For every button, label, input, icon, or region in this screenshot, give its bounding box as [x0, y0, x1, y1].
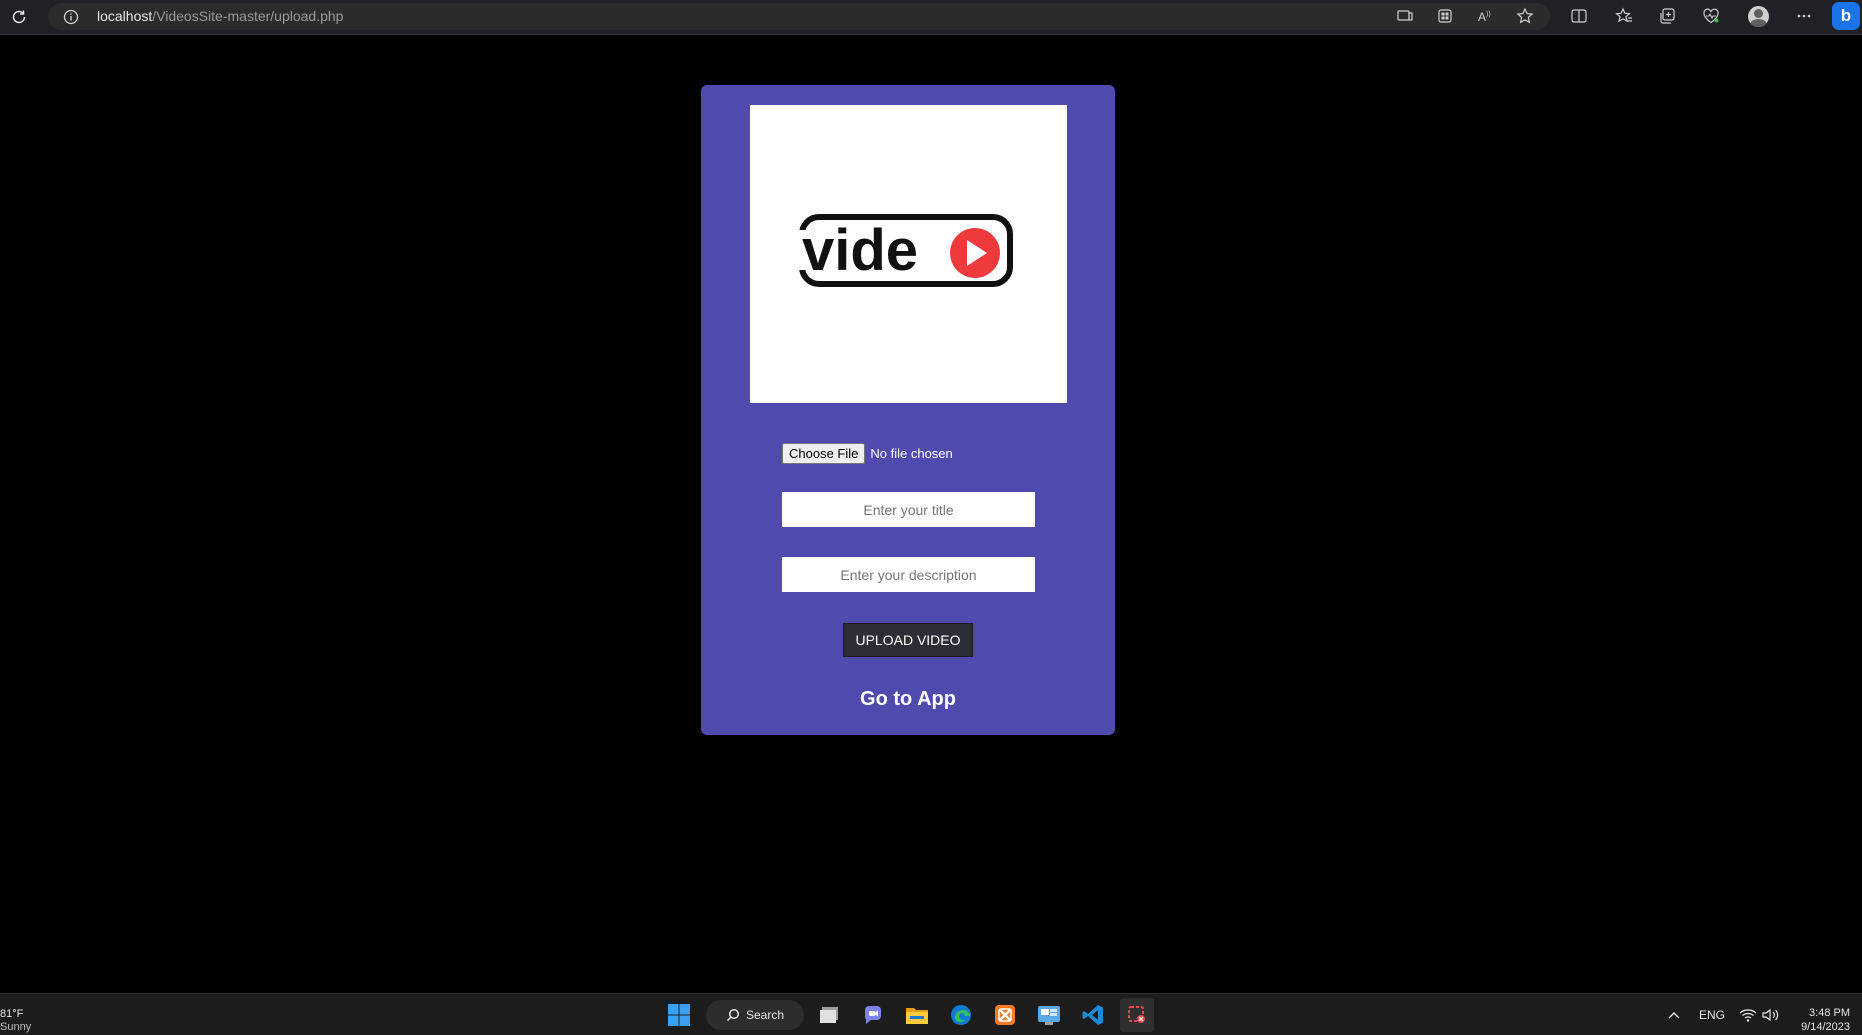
- choose-file-button[interactable]: Choose File: [782, 442, 866, 464]
- logo-text: vide: [802, 218, 918, 283]
- windows-taskbar: 81°F Sunny Search ENG 3:48 PM 9/14/2023: [0, 993, 1862, 1035]
- weather-condition: Sunny: [0, 1021, 32, 1033]
- browser-essentials-icon[interactable]: [1698, 3, 1724, 29]
- svg-text:)): )): [1486, 11, 1491, 18]
- browser-toolbar: localhost/VideosSite-master/upload.php A…: [0, 0, 1862, 35]
- search-icon: [726, 1008, 740, 1022]
- url-host: localhost: [97, 8, 153, 24]
- url-path: /VideosSite-master/upload.php: [152, 8, 344, 24]
- title-input[interactable]: [782, 492, 1035, 527]
- clock-date: 9/14/2023: [1801, 1021, 1850, 1033]
- file-status-text: No file chosen: [870, 445, 953, 461]
- chat-icon[interactable]: [856, 998, 890, 1032]
- volume-icon[interactable]: [1760, 998, 1782, 1032]
- snipping-tool-icon[interactable]: [1120, 998, 1154, 1032]
- clock-time: 3:48 PM: [1809, 1007, 1850, 1019]
- file-picker: Choose File No file chosen: [782, 442, 953, 464]
- description-input[interactable]: [782, 557, 1035, 592]
- task-view-icon[interactable]: [812, 998, 846, 1032]
- reload-icon[interactable]: [8, 6, 30, 28]
- upload-card: vide Choose File No file chosen UPLOAD V…: [701, 85, 1115, 735]
- split-screen-icon[interactable]: [1566, 3, 1592, 29]
- site-info-icon[interactable]: [62, 8, 79, 25]
- edge-icon[interactable]: [944, 998, 978, 1032]
- control-panel-icon[interactable]: [1032, 998, 1066, 1032]
- windows-start-icon[interactable]: [662, 998, 696, 1032]
- search-label: Search: [745, 1008, 785, 1022]
- taskbar-search-button[interactable]: Search: [706, 1000, 804, 1030]
- system-clock[interactable]: 3:48 PM 9/14/2023: [1780, 1006, 1850, 1034]
- profile-icon[interactable]: [1745, 3, 1771, 29]
- upload-video-button[interactable]: UPLOAD VIDEO: [843, 623, 973, 657]
- immersive-reader-icon[interactable]: [1392, 3, 1418, 29]
- language-indicator[interactable]: ENG: [1699, 1008, 1725, 1022]
- url-text[interactable]: localhost/VideosSite-master/upload.php: [97, 8, 343, 25]
- more-icon[interactable]: [1791, 3, 1817, 29]
- favorites-icon[interactable]: [1611, 3, 1637, 29]
- vscode-icon[interactable]: [1076, 998, 1110, 1032]
- weather-temp: 81°F: [0, 1008, 24, 1020]
- svg-text:A: A: [1478, 10, 1486, 24]
- address-bar[interactable]: localhost/VideosSite-master/upload.php A…: [48, 3, 1550, 30]
- weather-widget[interactable]: 81°F Sunny: [0, 1008, 31, 1034]
- wifi-icon[interactable]: [1737, 998, 1759, 1032]
- go-to-app-link[interactable]: Go to App: [701, 688, 1115, 711]
- xampp-icon[interactable]: [988, 998, 1022, 1032]
- apps-icon[interactable]: [1432, 3, 1458, 29]
- file-explorer-icon[interactable]: [900, 998, 934, 1032]
- read-aloud-icon[interactable]: A)): [1472, 3, 1498, 29]
- video-logo: vide: [750, 105, 1067, 403]
- show-hidden-icons-chevron-icon[interactable]: [1659, 998, 1689, 1032]
- copilot-icon[interactable]: b: [1832, 2, 1860, 30]
- favorite-star-icon[interactable]: [1512, 3, 1538, 29]
- collections-icon[interactable]: [1655, 3, 1681, 29]
